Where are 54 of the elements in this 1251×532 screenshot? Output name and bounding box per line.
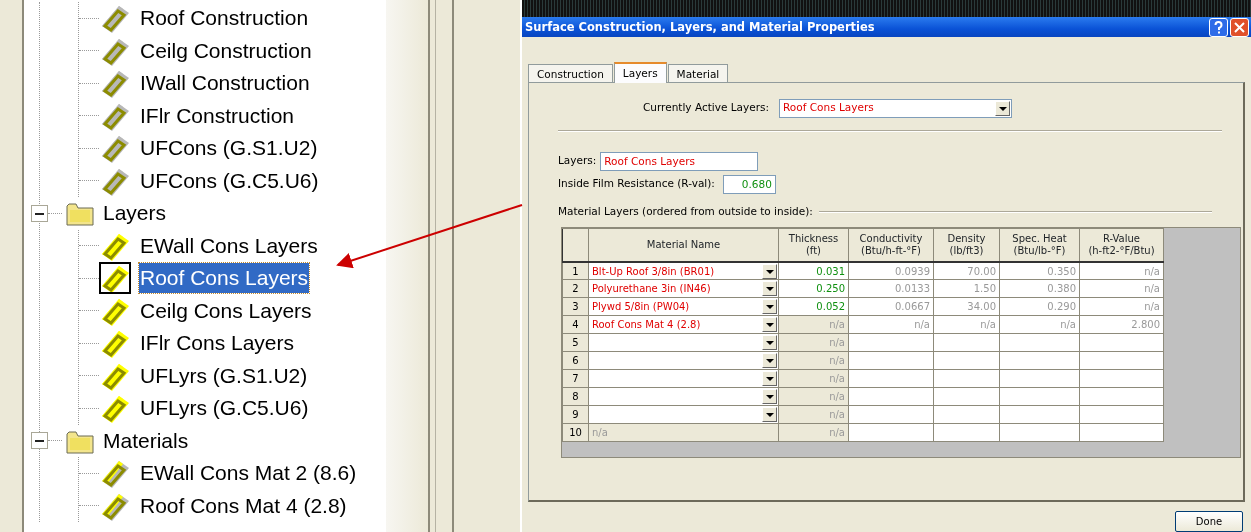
input-field[interactable]: 0.680 (722, 174, 776, 194)
tree-item[interactable]: UFCons (G.S1.U2) (139, 133, 319, 164)
tree-item[interactable]: EWall Cons Layers (139, 230, 319, 261)
folder-label[interactable]: Layers (102, 198, 168, 229)
help-icon[interactable] (1209, 17, 1228, 37)
dropdown-button[interactable] (762, 335, 777, 351)
tree-item[interactable]: Ceilg Construction (139, 35, 313, 66)
dropdown-button[interactable] (995, 100, 1010, 116)
material-name: Roof Cons Mat 4 (2.8) (592, 318, 701, 333)
done-button[interactable]: Done (1175, 511, 1243, 532)
dropdown-button[interactable] (762, 317, 777, 333)
field-label: Layers: (558, 153, 597, 169)
tab[interactable]: Material (667, 63, 729, 82)
folder-label[interactable]: Materials (102, 425, 190, 456)
column-header: Conductivity (Btu/h-ft-°F) (848, 229, 934, 262)
tree-item[interactable]: UFCons (G.C5.U6) (139, 165, 320, 196)
material-name: Polyurethane 3in (IN46) (592, 282, 711, 297)
folder-icon (66, 200, 94, 227)
collapse-icon[interactable] (31, 204, 48, 222)
dropdown-button[interactable] (762, 389, 777, 405)
dropdown-button[interactable] (762, 281, 777, 297)
select-field[interactable]: Roof Cons Layers (779, 98, 1012, 118)
column-header: Density (lb/ft3) (933, 229, 1000, 262)
material-name: Plywd 5/8in (PW04) (592, 300, 690, 315)
column-header: Spec. Heat (Btu/lb-°F) (999, 229, 1080, 262)
tree-item[interactable]: UFLyrs (G.C5.U6) (139, 393, 310, 424)
tree-item[interactable]: IFlr Cons Layers (139, 328, 296, 359)
section-label: Material Layers (ordered from outside to inside): (558, 203, 813, 219)
material-name: Blt-Up Roof 3/8in (BR01) (592, 264, 715, 279)
window-title: Surface Construction, Layers, and Material Properties (525, 18, 876, 36)
dropdown-button[interactable] (762, 353, 777, 369)
tree-item[interactable]: UFLyrs (G.S1.U2) (139, 360, 309, 391)
collapse-icon[interactable] (31, 432, 48, 450)
field-label: Currently Active Layers: (643, 100, 769, 116)
close-icon[interactable] (1230, 17, 1249, 37)
tree-item[interactable]: IFlr Construction (139, 100, 296, 131)
column-header: R-Value (h-ft2-°F/Btu) (1079, 229, 1164, 262)
tree-item[interactable]: Ceilg Cons Layers (139, 295, 313, 326)
tree-item[interactable]: IWall Construction (139, 68, 311, 99)
tree-item[interactable]: Roof Cons Mat 4 (2.8) (139, 490, 348, 521)
dropdown-button[interactable] (762, 263, 777, 279)
dropdown-button[interactable] (762, 407, 777, 423)
dropdown-button[interactable] (762, 299, 777, 315)
tree-item[interactable]: EWall Cons Mat 2 (8.6) (139, 458, 358, 489)
field-label: Inside Film Resistance (R-val): (558, 176, 715, 192)
tree-item[interactable]: Roof Construction (139, 3, 310, 34)
column-header: Thickness (ft) (778, 229, 849, 262)
column-header: Material Name (588, 229, 779, 262)
tab[interactable]: Construction (528, 63, 613, 82)
input-field[interactable]: Roof Cons Layers (600, 151, 759, 171)
dropdown-button[interactable] (762, 371, 777, 387)
splitter[interactable] (386, 0, 520, 532)
tab[interactable]: Layers (613, 61, 667, 83)
tree-item[interactable]: Roof Cons Layers (139, 263, 310, 294)
